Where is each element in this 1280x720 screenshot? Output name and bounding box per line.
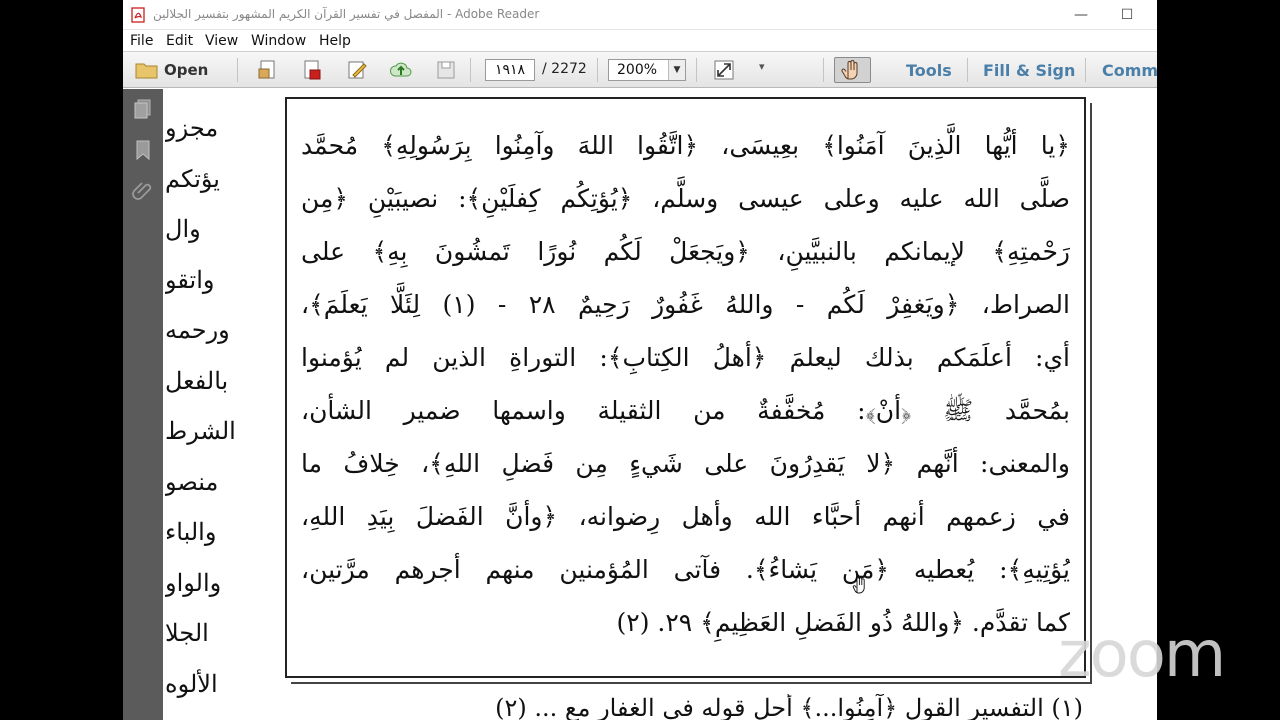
previous-page-line: يؤتكم <box>165 164 220 193</box>
toolbar-separator <box>1085 58 1086 82</box>
text-line: أي: أعلَمَكم بذلك ليعلمَ ﴿أهلُ الكِتابِ﴾… <box>301 343 1070 372</box>
menu-window[interactable]: Window <box>251 33 306 49</box>
previous-page-line: والباء <box>165 518 217 546</box>
window-title: المفصل في تفسير القرآن الكريم المشهور بت… <box>153 7 540 21</box>
zoom-watermark-logo: zoom <box>1058 618 1226 692</box>
zoom-select[interactable]: 200% ▼ <box>608 59 686 81</box>
menu-view[interactable]: View <box>205 33 238 49</box>
previous-page-line: ورحمه <box>165 316 230 344</box>
text-line: رَحْمتِهِ﴾ لإيمانكم بالنبيَّينِ، ﴿ويَجعَ… <box>301 237 1070 266</box>
edit-pdf-icon[interactable] <box>345 58 369 82</box>
bookmark-icon[interactable] <box>131 138 155 162</box>
chevron-down-icon[interactable]: ▼ <box>668 60 685 80</box>
toolbar-separator <box>237 58 238 82</box>
toolbar: Open ١٩١٨ / 2272 200% ▼ ▾ Tools Fill & S… <box>123 51 1157 88</box>
minimize-button[interactable]: — <box>1063 4 1099 26</box>
previous-page-line: الجلا <box>165 619 209 647</box>
menu-edit[interactable]: Edit <box>166 33 193 49</box>
create-pdf-icon[interactable] <box>256 58 280 82</box>
text-line: في زعمهم أنهم أحبَّاء الله وأهل رِضوانه،… <box>301 502 1070 531</box>
comment-button[interactable]: Comm <box>1102 61 1157 80</box>
toolbar-separator <box>967 58 968 82</box>
hand-icon <box>841 60 858 80</box>
export-pdf-icon[interactable] <box>300 58 324 82</box>
toolbar-separator <box>823 58 824 82</box>
toolbar-separator <box>696 58 697 82</box>
previous-page-line: منصو <box>165 467 219 496</box>
page-number-input[interactable]: ١٩١٨ <box>485 59 535 81</box>
toolbar-separator <box>597 58 598 82</box>
previous-page-column: مجزو يؤتكم وال واتقو ورحمه بالفعل الشرط … <box>165 103 235 709</box>
open-button[interactable]: Open <box>135 58 208 82</box>
text-line: صلَّى الله عليه وعلى عيسى وسلَّم، ﴿يُؤتِ… <box>301 184 1070 213</box>
hand-cursor-icon <box>852 577 865 594</box>
adobe-reader-window: المفصل في تفسير القرآن الكريم المشهور بت… <box>123 0 1157 720</box>
menu-file[interactable]: File <box>130 33 153 49</box>
more-options-icon[interactable]: ▾ <box>759 60 765 73</box>
text-line: الصراط، ﴿ويَغفِرْ لَكُم - واللهُ غَفُورٌ… <box>301 290 1070 319</box>
page-total: / 2272 <box>542 61 587 77</box>
navigation-pane <box>123 89 163 720</box>
hand-tool-button[interactable] <box>834 57 871 83</box>
page-thumbnails-icon[interactable] <box>131 97 155 121</box>
footnote: (١) التفسير القول ﴿آمِنُوا...﴾ أحل قوله … <box>495 694 1083 720</box>
attachment-icon[interactable] <box>131 179 155 203</box>
text-line: بمُحمَّد ﷺ ﴿أنْ﴾: مُخفَّفةٌ من الثقيلة و… <box>301 396 1070 425</box>
previous-page-line: واتقو <box>165 265 215 294</box>
menu-bar: File Edit View Window Help <box>123 31 1157 51</box>
pdf-app-icon <box>131 7 145 23</box>
zoom-value: 200% <box>617 62 658 78</box>
toolbar-separator <box>470 58 471 82</box>
text-line: ﴿يا أيُّها الَّذِينَ آمَنُوا﴾ بعِيسَى، ﴿… <box>301 131 1070 160</box>
cloud-upload-icon[interactable] <box>389 58 413 82</box>
open-label: Open <box>164 61 209 79</box>
previous-page-line: مجزو <box>165 114 219 142</box>
previous-page-line: والواو <box>165 568 222 597</box>
previous-page-line: بالفعل <box>165 366 229 395</box>
fill-sign-button[interactable]: Fill & Sign <box>983 61 1075 80</box>
tafsir-text-frame: ﴿يا أيُّها الَّذِينَ آمَنُوا﴾ بعِيسَى، ﴿… <box>285 97 1086 678</box>
previous-page-line: الشرط <box>165 417 235 445</box>
tafsir-text: ﴿يا أيُّها الَّذِينَ آمَنُوا﴾ بعِيسَى، ﴿… <box>287 119 1084 649</box>
maximize-button[interactable]: ☐ <box>1109 4 1145 26</box>
previous-page-line: وال <box>165 215 201 243</box>
text-line: كما تقدَّم. ﴿واللهُ ذُو الفَضلِ العَظِيم… <box>616 608 1070 637</box>
title-bar: المفصل في تفسير القرآن الكريم المشهور بت… <box>123 0 1157 30</box>
menu-help[interactable]: Help <box>319 33 351 49</box>
fit-page-icon[interactable] <box>712 58 736 82</box>
save-icon[interactable] <box>434 58 458 82</box>
tools-button[interactable]: Tools <box>906 61 952 80</box>
document-view[interactable]: مجزو يؤتكم وال واتقو ورحمه بالفعل الشرط … <box>163 89 1157 720</box>
folder-icon <box>135 63 158 79</box>
text-line: يُؤتِيهِ﴾: يُعطيه ﴿مَن يَشاءُ﴾. فآتى الم… <box>301 555 1070 584</box>
text-line: والمعنى: أنَّهم ﴿لا يَقدِرُونَ على شَيءٍ… <box>301 449 1070 478</box>
